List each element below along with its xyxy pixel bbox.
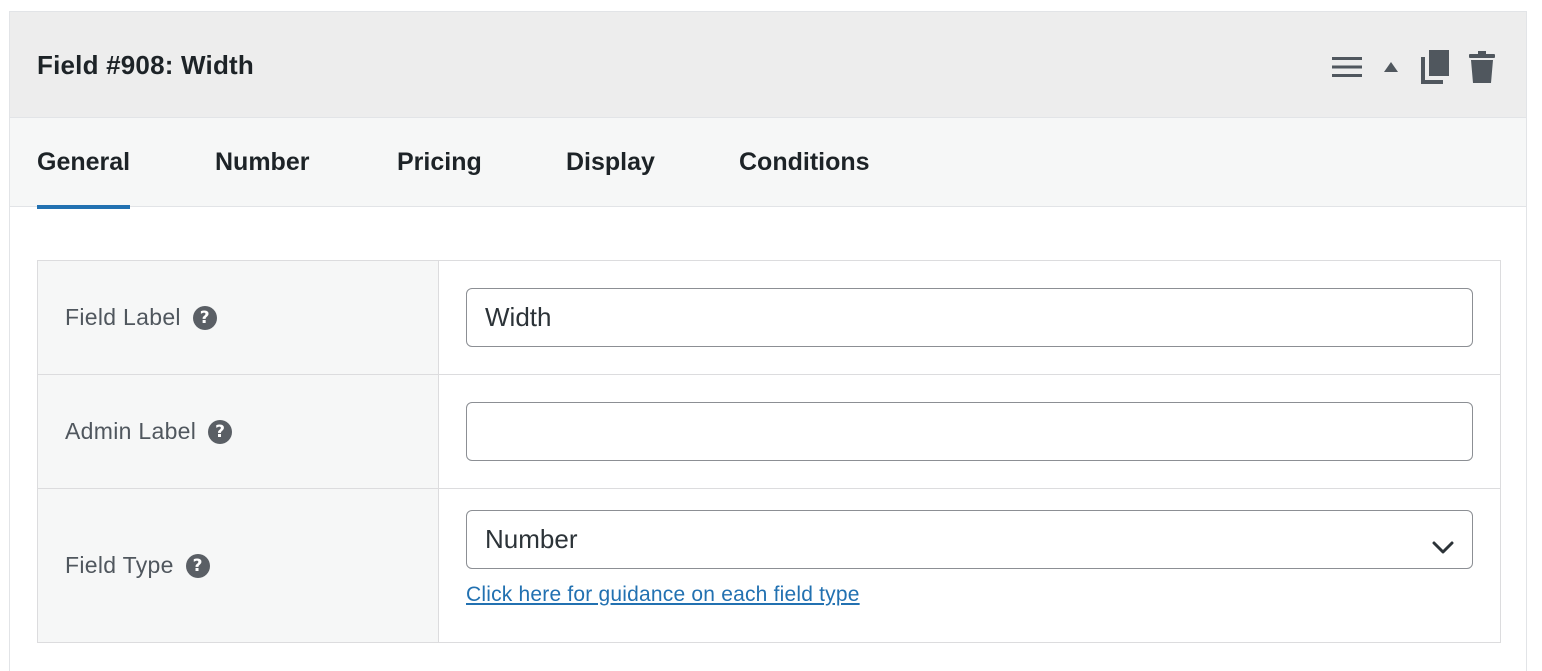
menu-icon[interactable] (1330, 50, 1364, 84)
settings-table: Field Label ? Admin Label ? Fi (37, 260, 1501, 643)
field-type-label: Field Type (65, 552, 174, 578)
field-label-input[interactable] (466, 288, 1473, 347)
field-label-cell: Field Label ? (37, 260, 439, 375)
header-actions (1330, 50, 1496, 84)
field-type-input-cell: Number Click here for guidance on each f… (438, 488, 1501, 643)
help-icon[interactable]: ? (208, 419, 233, 444)
field-type-select[interactable]: Number (466, 510, 1473, 569)
tab-general[interactable]: General (37, 148, 131, 209)
tab-display[interactable]: Display (566, 148, 655, 177)
tab-conditions[interactable]: Conditions (739, 148, 870, 177)
table-row: Field Label ? (37, 260, 1501, 375)
field-type-selected: Number (485, 524, 578, 554)
tab-number[interactable]: Number (215, 148, 309, 177)
tab-pricing[interactable]: Pricing (397, 148, 482, 177)
help-icon[interactable]: ? (192, 305, 217, 330)
duplicate-icon[interactable] (1420, 50, 1450, 84)
table-row: Field Type ? Number Click here for guida… (37, 488, 1501, 643)
field-panel: Field #908: Width General Number Pricing… (9, 11, 1527, 671)
collapse-arrow-icon[interactable] (1378, 50, 1404, 84)
chevron-down-icon (1432, 531, 1454, 562)
panel-title: Field #908: Width (37, 50, 254, 80)
admin-label-label: Admin Label (65, 418, 197, 444)
table-row: Admin Label ? (37, 374, 1501, 489)
admin-label-input-cell (438, 374, 1501, 489)
field-type-cell: Field Type ? (37, 488, 439, 643)
field-type-guidance-link[interactable]: Click here for guidance on each field ty… (466, 583, 860, 607)
field-label-label: Field Label (65, 304, 181, 330)
trash-icon[interactable] (1468, 50, 1496, 84)
tabs-bar: General Number Pricing Display Condition… (10, 118, 1526, 209)
field-label-input-cell (438, 260, 1501, 375)
admin-label-input[interactable] (466, 402, 1473, 461)
panel-header: Field #908: Width (10, 12, 1526, 118)
help-icon[interactable]: ? (185, 553, 210, 578)
admin-label-cell: Admin Label ? (37, 374, 439, 489)
